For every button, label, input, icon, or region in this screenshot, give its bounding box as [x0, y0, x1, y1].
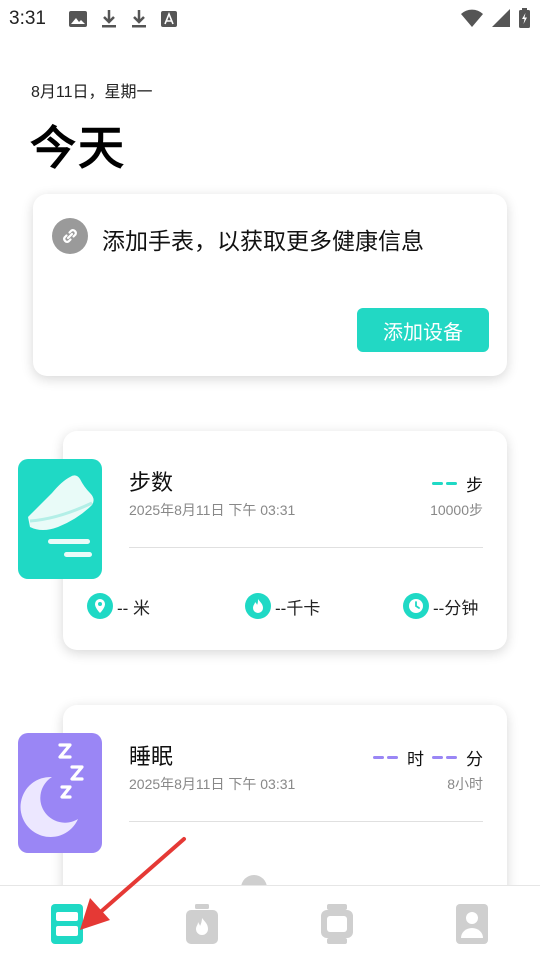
status-time: 3:31: [9, 8, 46, 29]
distance-value: -- 米: [117, 598, 151, 618]
image-icon: [69, 11, 87, 27]
sleep-placeholder-dash: [446, 756, 457, 759]
duration-metric: --分钟: [403, 593, 478, 619]
calories-metric: --千卡: [245, 593, 320, 619]
link-icon: [52, 218, 88, 254]
calories-value: --千卡: [275, 598, 321, 618]
moon-sleep-icon: [18, 733, 102, 853]
steps-title: 步数: [129, 470, 174, 495]
shoe-icon: [18, 459, 102, 579]
location-pin-icon: [87, 593, 113, 619]
sleep-minute-unit: 分: [466, 750, 483, 769]
status-left-icons: [69, 9, 177, 29]
flame-icon: [245, 593, 271, 619]
steps-unit: 步: [466, 476, 483, 495]
steps-value: 步: [432, 471, 483, 496]
sleep-goal: 8小时: [447, 776, 483, 792]
date-label: 8月11日，星期一: [31, 84, 153, 101]
steps-metrics: -- 米 --千卡 --分钟: [87, 593, 483, 623]
clock-icon: [403, 593, 429, 619]
steps-goal: 10000步: [430, 502, 483, 518]
add-device-card: 添加手表，以获取更多健康信息 添加设备: [33, 194, 507, 376]
wifi-icon: [461, 9, 483, 27]
steps-date: 2025年8月11日 下午 03:31: [129, 502, 296, 518]
tab-device[interactable]: [320, 903, 354, 945]
tab-profile[interactable]: [455, 903, 489, 945]
sleep-placeholder-dash: [387, 756, 398, 759]
add-watch-prompt: 添加手表，以获取更多健康信息: [102, 228, 424, 254]
today-icon: [51, 904, 83, 944]
sleep-placeholder-dash: [373, 756, 384, 759]
distance-metric: -- 米: [87, 593, 150, 619]
sleep-placeholder-dash: [432, 756, 443, 759]
battery-icon: [519, 8, 530, 28]
fitness-icon: [186, 904, 218, 944]
sleep-date: 2025年8月11日 下午 03:31: [129, 776, 296, 792]
signal-icon: [492, 9, 510, 27]
sleep-value: 时 分: [373, 745, 483, 770]
steps-card[interactable]: 步数 2025年8月11日 下午 03:31 步 10000步 -- 米 --千…: [63, 431, 507, 650]
page-title: 今天: [30, 122, 126, 174]
sleep-title: 睡眠: [129, 744, 174, 769]
font-icon: [161, 11, 177, 27]
tab-fitness[interactable]: [185, 903, 219, 945]
status-bar: 3:31: [0, 0, 540, 36]
download-icon: [102, 10, 116, 28]
steps-placeholder-dash: [432, 482, 443, 485]
steps-divider: [129, 547, 483, 548]
sleep-divider: [129, 821, 483, 822]
watch-icon: [321, 904, 353, 944]
steps-placeholder-dash: [446, 482, 457, 485]
tab-today[interactable]: [50, 903, 84, 945]
profile-icon: [456, 904, 488, 944]
sleep-hour-unit: 时: [407, 750, 424, 769]
status-right-icons: [461, 8, 530, 28]
add-device-button[interactable]: 添加设备: [357, 308, 489, 352]
bottom-tab-bar: [0, 885, 540, 960]
duration-value: --分钟: [433, 598, 479, 618]
download-icon: [132, 10, 146, 28]
